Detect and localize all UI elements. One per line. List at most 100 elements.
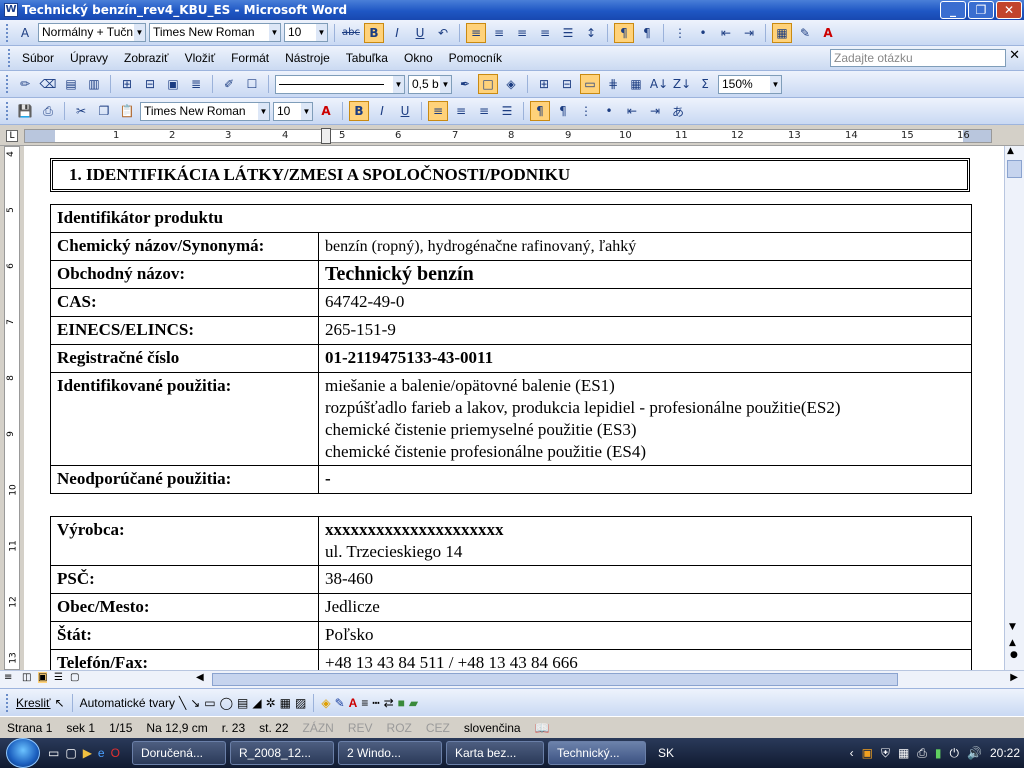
decrease-indent-icon-2[interactable]: ⇤	[622, 101, 642, 121]
previous-page-icon[interactable]: ▲	[1009, 638, 1016, 648]
bullets-icon[interactable]: •	[693, 23, 713, 43]
wordart-icon[interactable]: ◢	[252, 696, 261, 710]
align-left-button[interactable]: ≡	[466, 22, 486, 43]
product-identifier-table[interactable]: Identifikátor produktu Chemický názov/Sy…	[50, 204, 972, 494]
clip-art-icon[interactable]: ▦	[280, 696, 291, 710]
manufacturer-table[interactable]: Výrobca: xxxxxxxxxxxxxxxxxxxxx ul. Trzec…	[50, 516, 972, 670]
reading-layout-icon[interactable]: ▢	[70, 672, 79, 683]
section-heading[interactable]: 1. IDENTIFIKÁCIA LÁTKY/ZMESI A SPOLOČNOS…	[50, 158, 970, 192]
align-center-button[interactable]: ≡	[489, 23, 509, 43]
row-label[interactable]: Výrobca:	[50, 516, 319, 566]
shadow-style-icon[interactable]: ■	[398, 696, 405, 710]
eraser-icon[interactable]: ⌫	[38, 74, 58, 94]
not-recommended-value[interactable]: -	[318, 465, 972, 494]
task-windows[interactable]: 2 Windo...	[337, 741, 442, 765]
italic-button[interactable]: I	[387, 23, 407, 43]
autosum-icon[interactable]: Σ	[695, 74, 715, 94]
table-row[interactable]: Registračné číslo 01-2119475133-43-0011	[50, 344, 972, 373]
media-player-icon[interactable]: ▶	[83, 746, 92, 760]
security-icon[interactable]: ⛨	[881, 746, 890, 761]
arrow-style-icon[interactable]: ⇄	[384, 696, 394, 710]
autoformat-icon[interactable]: ▦	[626, 74, 646, 94]
paste-icon[interactable]: 📋	[117, 101, 137, 121]
document-area[interactable]: 1. IDENTIFIKÁCIA LÁTKY/ZMESI A SPOLOČNOS…	[24, 146, 1004, 670]
styles-icon[interactable]: A	[15, 23, 35, 43]
country-value[interactable]: Poľsko	[318, 621, 972, 650]
merge-cells-icon[interactable]: ⊞	[117, 74, 137, 94]
row-label[interactable]: Telefón/Fax:	[50, 649, 319, 670]
cut-icon[interactable]: ✂	[71, 101, 91, 121]
start-button[interactable]	[6, 738, 40, 768]
table-row[interactable]: Neodporúčané použitia: -	[50, 465, 972, 494]
table-row[interactable]: Identifikované použitia: miešanie a bale…	[50, 372, 972, 466]
phonetic-guide-icon[interactable]: あ	[668, 101, 688, 121]
font-color-icon[interactable]: A	[818, 23, 838, 43]
distributed-icon[interactable]: ☰	[558, 23, 578, 43]
fill-color-icon[interactable]: ◈	[321, 696, 330, 710]
rtl-button[interactable]: ¶	[637, 23, 657, 43]
identified-uses-value[interactable]: miešanie a balenie/opätovné balenie (ES1…	[318, 372, 972, 466]
word-app-icon[interactable]: W	[4, 3, 18, 17]
row-label[interactable]: Neodporúčané použitia:	[50, 465, 319, 494]
align-center-button-2[interactable]: ≡	[451, 101, 471, 121]
zoom-combo[interactable]: 150% ▼	[718, 74, 782, 94]
draw-table-icon[interactable]: ✏	[15, 74, 35, 94]
print-layout-icon[interactable]: ▣	[38, 672, 48, 683]
toolbar-grip[interactable]	[6, 102, 9, 120]
table-row[interactable]: Telefón/Fax: +48 13 43 84 511 / +48 13 4…	[50, 649, 972, 670]
increase-indent-icon-2[interactable]: ⇥	[645, 101, 665, 121]
tray-app-icon[interactable]: ▣	[862, 746, 873, 760]
menubar-grip[interactable]	[8, 49, 11, 67]
opera-icon[interactable]: O	[111, 746, 120, 760]
table-row[interactable]: CAS: 64742-49-0	[50, 288, 972, 317]
table-row[interactable]: Štát: Poľsko	[50, 621, 972, 650]
outside-border-button[interactable]: □	[478, 74, 498, 94]
status-language[interactable]: slovenčina	[457, 721, 528, 735]
vertical-ruler[interactable]: 4 5 6 7 8 9 10 11 12 13	[4, 146, 20, 670]
line-width-combo[interactable]: 0,5 b ▼	[408, 74, 452, 94]
select-browse-object-icon[interactable]: ●	[1010, 650, 1018, 660]
border-color-icon[interactable]: ✒	[455, 74, 475, 94]
scroll-down-icon[interactable]: ▼	[1009, 622, 1016, 632]
network-icon[interactable]: ▦	[898, 746, 909, 760]
insert-table-icon[interactable]: ▤	[61, 74, 81, 94]
normal-view-icon[interactable]: ≡	[4, 672, 12, 683]
table-row[interactable]: EINECS/ELINCS: 265-151-9	[50, 316, 972, 345]
table-row[interactable]: PSČ: 38-460	[50, 565, 972, 594]
row-label[interactable]: Obchodný názov:	[50, 260, 319, 289]
ask-question-input[interactable]: Zadajte otázku	[830, 49, 1006, 67]
select-objects-icon[interactable]: ↖	[55, 696, 65, 710]
diagram-icon[interactable]: ✲	[266, 696, 276, 710]
postal-code-value[interactable]: 38-460	[318, 565, 972, 594]
copy-icon[interactable]: ❐	[94, 101, 114, 121]
row-label[interactable]: CAS:	[50, 288, 319, 317]
undo-icon[interactable]: ↶	[433, 23, 453, 43]
restore-button[interactable]: ❐	[968, 1, 994, 19]
row-label[interactable]: Registračné číslo	[50, 344, 319, 373]
menu-insert[interactable]: Vložiť	[177, 51, 224, 65]
distribute-columns-icon[interactable]: ⋕	[603, 74, 623, 94]
table-row[interactable]: Obec/Mesto: Jedlicze	[50, 593, 972, 622]
draw-menu[interactable]: Kresliť	[16, 696, 51, 710]
bold-button-2[interactable]: B	[349, 101, 369, 121]
rectangle-icon[interactable]: ▭	[204, 696, 215, 710]
phone-fax-value[interactable]: +48 13 43 84 511 / +48 13 43 84 666	[318, 649, 972, 670]
highlight-icon[interactable]: ✎	[795, 23, 815, 43]
align-left-button-2[interactable]: ≡	[428, 101, 448, 121]
toolbar-grip[interactable]	[6, 75, 9, 93]
dash-style-icon[interactable]: ┅	[372, 696, 379, 710]
row-label[interactable]: Obec/Mesto:	[50, 593, 319, 622]
manufacturer-value[interactable]: xxxxxxxxxxxxxxxxxxxxx ul. Trzecieskiego …	[318, 516, 972, 566]
battery-icon[interactable]: ▮	[935, 746, 942, 760]
close-window-button[interactable]: ✕	[996, 1, 1022, 19]
printer-icon[interactable]: ⎙	[917, 746, 927, 761]
align-right-button[interactable]: ≡	[512, 23, 532, 43]
menu-table[interactable]: Tabuľka	[338, 51, 396, 65]
task-technicky[interactable]: Technický...	[547, 741, 646, 765]
numbering-icon[interactable]: ⋮	[670, 23, 690, 43]
language-indicator[interactable]: SK	[658, 746, 674, 760]
sort-asc-icon[interactable]: A↓	[649, 74, 669, 94]
status-track-changes[interactable]: REV	[341, 721, 380, 735]
decrease-indent-icon[interactable]: ⇤	[716, 23, 736, 43]
underline-button-2[interactable]: U	[395, 101, 415, 121]
